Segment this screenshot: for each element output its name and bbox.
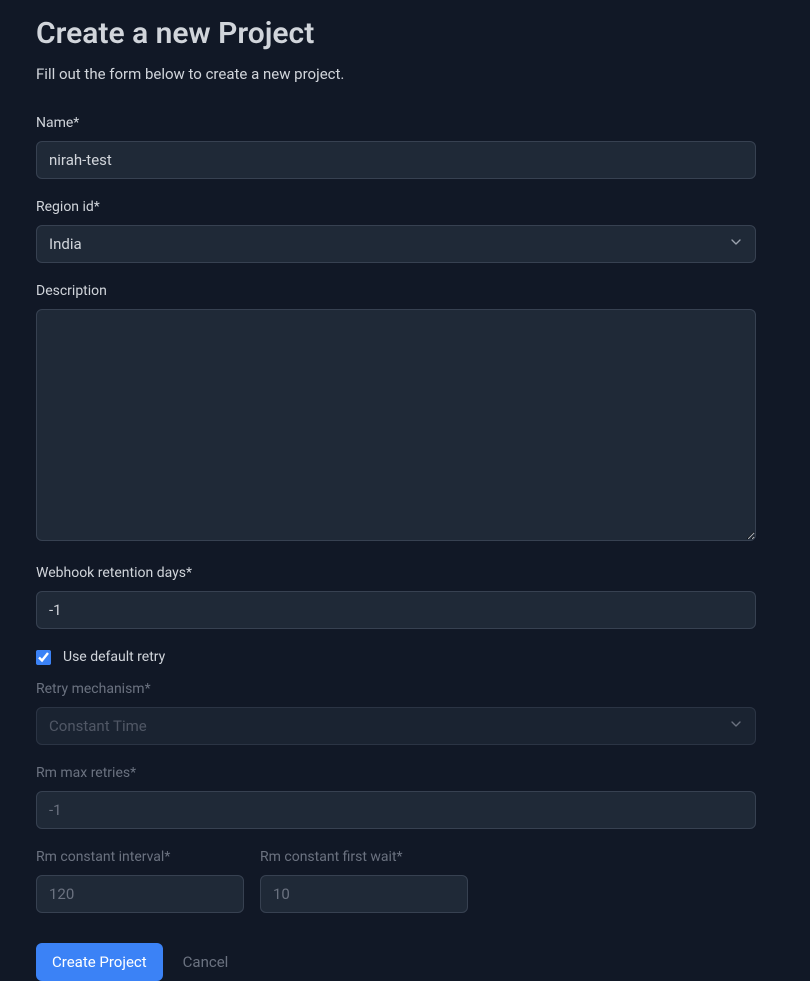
rm-max-retries-group: Rm max retries* <box>36 765 756 829</box>
retry-mechanism-group: Retry mechanism* Constant Time <box>36 681 756 745</box>
region-select-wrapper: India <box>36 225 756 263</box>
rm-constant-interval-input[interactable] <box>36 875 244 913</box>
description-textarea[interactable] <box>36 309 756 541</box>
rm-constant-row: Rm constant interval* Rm constant first … <box>36 849 774 913</box>
button-row: Create Project Cancel <box>36 943 774 981</box>
rm-constant-interval-group: Rm constant interval* <box>36 849 244 913</box>
rm-constant-first-wait-label: Rm constant first wait* <box>260 849 468 865</box>
rm-max-retries-label: Rm max retries* <box>36 765 756 781</box>
region-label: Region id* <box>36 199 756 215</box>
description-label: Description <box>36 283 756 299</box>
rm-max-retries-input[interactable] <box>36 791 756 829</box>
default-retry-row: Use default retry <box>36 649 774 665</box>
webhook-retention-label: Webhook retention days* <box>36 565 756 581</box>
name-input[interactable] <box>36 141 756 179</box>
webhook-retention-group: Webhook retention days* <box>36 565 756 629</box>
page-subtitle: Fill out the form below to create a new … <box>36 65 774 83</box>
region-group: Region id* India <box>36 199 756 263</box>
region-select[interactable]: India <box>36 225 756 263</box>
webhook-retention-input[interactable] <box>36 591 756 629</box>
rm-constant-interval-label: Rm constant interval* <box>36 849 244 865</box>
default-retry-label: Use default retry <box>63 649 165 665</box>
page-title: Create a new Project <box>36 16 774 51</box>
cancel-button[interactable]: Cancel <box>183 953 229 971</box>
retry-mechanism-label: Retry mechanism* <box>36 681 756 697</box>
name-group: Name* <box>36 115 756 179</box>
description-group: Description <box>36 283 756 545</box>
default-retry-checkbox[interactable] <box>36 650 51 665</box>
retry-mechanism-select-wrapper: Constant Time <box>36 707 756 745</box>
retry-mechanism-select[interactable]: Constant Time <box>36 707 756 745</box>
rm-constant-first-wait-group: Rm constant first wait* <box>260 849 468 913</box>
rm-constant-first-wait-input[interactable] <box>260 875 468 913</box>
create-project-button[interactable]: Create Project <box>36 943 163 981</box>
name-label: Name* <box>36 115 756 131</box>
